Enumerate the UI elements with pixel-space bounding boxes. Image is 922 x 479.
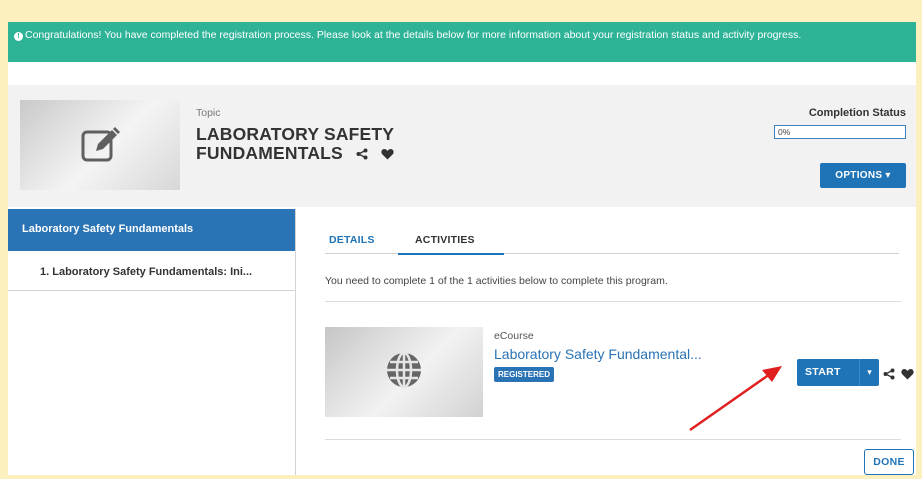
activity-thumbnail[interactable] bbox=[325, 327, 483, 417]
sidebar-item-program[interactable]: Laboratory Safety Fundamentals bbox=[8, 209, 295, 251]
share-icon[interactable] bbox=[356, 145, 368, 164]
activity-title-link[interactable]: Laboratory Safety Fundamental... bbox=[494, 346, 702, 362]
main-content: DETAILS ACTIVITIES You need to complete … bbox=[297, 209, 916, 475]
start-button[interactable]: START bbox=[797, 359, 859, 386]
activity-heart-icon[interactable] bbox=[901, 367, 914, 385]
tab-bar: DETAILS ACTIVITIES bbox=[325, 232, 899, 255]
success-banner: ! Congratulations! You have completed the… bbox=[8, 22, 916, 62]
edit-icon bbox=[81, 127, 120, 162]
sidebar-item-activity[interactable]: 1. Laboratory Safety Fundamentals: Ini..… bbox=[8, 251, 295, 291]
tab-details[interactable]: DETAILS bbox=[329, 234, 375, 246]
completion-status-label: Completion Status bbox=[808, 107, 906, 119]
activity-type: eCourse bbox=[494, 330, 534, 342]
topic-header: Topic LABORATORY SAFETY FUNDAMENTALS Com… bbox=[8, 85, 916, 207]
divider bbox=[325, 439, 901, 440]
status-badge: REGISTERED bbox=[494, 367, 555, 382]
completion-progress-bar: 0% bbox=[774, 125, 906, 139]
tab-activities[interactable]: ACTIVITIES bbox=[415, 234, 475, 246]
globe-icon bbox=[387, 351, 421, 389]
options-button[interactable]: OPTIONS ▾ bbox=[820, 163, 906, 188]
info-icon: ! bbox=[14, 32, 23, 41]
banner-message: Congratulations! You have completed the … bbox=[25, 29, 802, 41]
topic-thumbnail bbox=[20, 100, 180, 190]
active-tab-indicator bbox=[398, 253, 504, 255]
topic-label: Topic bbox=[196, 107, 221, 119]
annotation-arrow bbox=[689, 366, 782, 432]
page-title: LABORATORY SAFETY FUNDAMENTALS bbox=[196, 125, 456, 164]
activities-instructions: You need to complete 1 of the 1 activiti… bbox=[325, 275, 668, 287]
start-dropdown-toggle[interactable]: ▾ bbox=[859, 359, 879, 386]
activity-share-icon[interactable] bbox=[883, 367, 895, 385]
heart-icon[interactable] bbox=[381, 145, 394, 164]
divider bbox=[325, 301, 901, 302]
done-button[interactable]: DONE bbox=[864, 449, 914, 475]
sidebar: Laboratory Safety Fundamentals 1. Labora… bbox=[8, 209, 296, 475]
